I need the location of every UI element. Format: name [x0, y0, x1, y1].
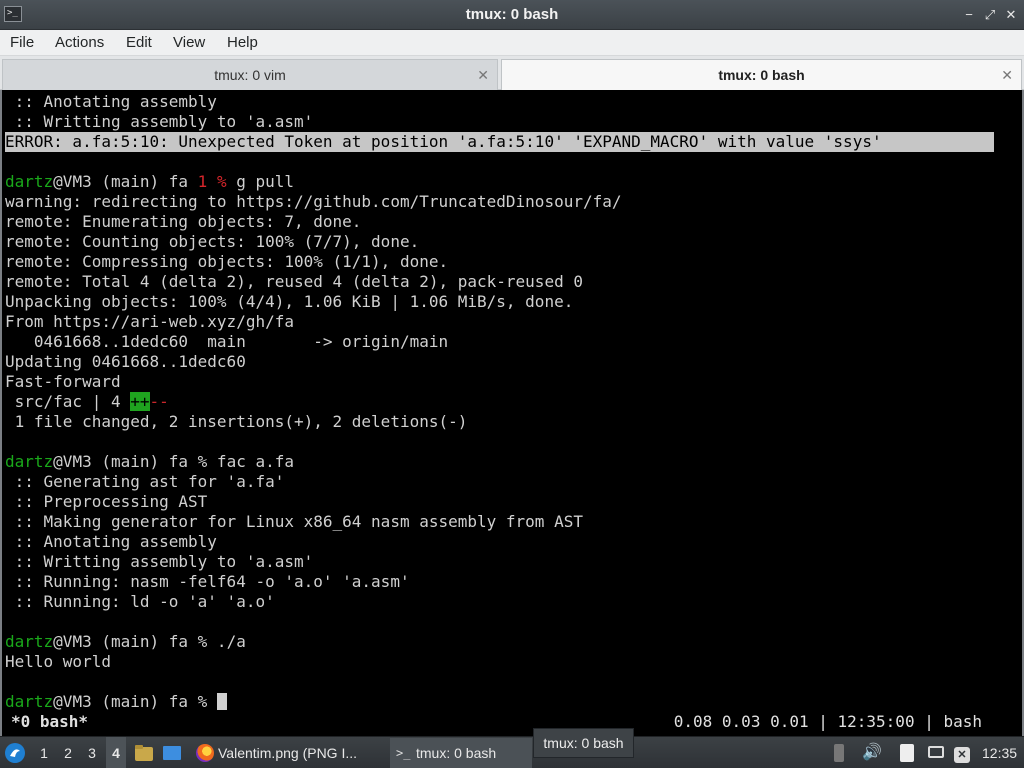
terminal-line: :: Making generator for Linux x86_64 nas…	[5, 512, 583, 531]
terminal-view[interactable]: :: Anotating assembly :: Writting assemb…	[0, 90, 1024, 742]
prompt-user: dartz	[5, 692, 54, 711]
terminal-line: dartz@VM3 (main) fa % fac a.fa	[5, 452, 994, 472]
terminal-cursor	[216, 693, 227, 710]
terminal-line: 1 file changed, 2 insertions(+), 2 delet…	[5, 412, 468, 431]
terminal-output: :: Anotating assembly :: Writting assemb…	[5, 92, 994, 712]
minimize-icon[interactable]: −	[960, 6, 978, 24]
terminal-line: :: Anotating assembly	[5, 532, 217, 551]
workspace-1[interactable]: 1	[34, 737, 54, 768]
task-label: Valentim.png (PNG I...	[218, 745, 358, 761]
terminal-line: remote: Enumerating objects: 7, done.	[5, 212, 362, 231]
scroll-indicator-icon	[834, 737, 850, 768]
menu-bar: File Actions Edit View Help	[0, 30, 1024, 56]
window-titlebar: >_ tmux: 0 bash − ⤢ ✕	[0, 0, 1024, 30]
prompt-host: @VM3 (main) fa % fac a.fa	[53, 452, 294, 471]
window-title: tmux: 0 bash	[465, 6, 559, 23]
workspace-4[interactable]: 4	[106, 737, 126, 768]
network-icon[interactable]	[928, 737, 948, 768]
bluetooth-icon[interactable]: ✕	[954, 737, 974, 768]
menu-help[interactable]: Help	[227, 30, 258, 56]
diffstat-file: src/fac | 4	[5, 392, 131, 411]
terminal-line: Hello world	[5, 652, 111, 671]
menu-view[interactable]: View	[173, 30, 205, 56]
menu-actions[interactable]: Actions	[55, 30, 104, 56]
tmux-status-bar: *0 bash* 0.08 0.03 0.01 | 12:35:00 | bas…	[2, 712, 1022, 732]
menu-file[interactable]: File	[10, 30, 34, 56]
terminal-line: remote: Counting objects: 100% (7/7), do…	[5, 232, 420, 251]
maximize-icon[interactable]: ⤢	[981, 6, 999, 24]
prompt-host: @VM3 (main) fa % ./a	[53, 632, 246, 651]
prompt-user: dartz	[5, 172, 54, 191]
volume-icon[interactable]: 🔊	[862, 737, 882, 768]
task-tooltip: tmux: 0 bash	[533, 728, 634, 758]
tab-bar: tmux: 0 vim ✕ tmux: 0 bash ✕	[0, 56, 1024, 90]
taskbar: 1 2 3 4 Valentim.png (PNG I... >_ tmux: …	[0, 736, 1024, 768]
terminal-line: dartz@VM3 (main) fa %	[5, 692, 994, 712]
terminal-line: remote: Total 4 (delta 2), reused 4 (del…	[5, 272, 583, 291]
tab-bash[interactable]: tmux: 0 bash ✕	[501, 59, 1022, 90]
terminal-line: Unpacking objects: 100% (4/4), 1.06 KiB …	[5, 292, 574, 311]
app-launcher-icon[interactable]	[4, 737, 30, 768]
prompt-command: g pull	[226, 172, 295, 191]
workspace-2[interactable]: 2	[58, 737, 78, 768]
clipboard-icon[interactable]	[900, 737, 920, 768]
diffstat-deletions: --	[149, 392, 169, 411]
error-message: ERROR: a.fa:5:10: Unexpected Token at po…	[5, 132, 994, 152]
terminal-line: dartz@VM3 (main) fa 1 % g pull	[5, 172, 994, 192]
tab-vim[interactable]: tmux: 0 vim ✕	[2, 59, 498, 90]
clock[interactable]: 12:35	[982, 737, 1017, 768]
prompt-exit-code: 1 %	[197, 172, 227, 191]
terminal-line: 0461668..1dedc60 main -> origin/main	[5, 332, 449, 351]
prompt-host: @VM3 (main) fa %	[53, 692, 217, 711]
terminal-line: ERROR: a.fa:5:10: Unexpected Token at po…	[5, 132, 994, 152]
tab-label: tmux: 0 bash	[718, 67, 805, 83]
task-terminal[interactable]: >_ tmux: 0 bash	[390, 738, 532, 768]
tab-label: tmux: 0 vim	[214, 67, 286, 83]
prompt-user: dartz	[5, 452, 54, 471]
terminal-line: src/fac | 4 ++--	[5, 392, 994, 412]
terminal-line: :: Preprocessing AST	[5, 492, 208, 511]
terminal-line: :: Writting assembly to 'a.asm'	[5, 112, 314, 131]
file-manager-icon[interactable]	[134, 737, 156, 768]
firefox-icon	[196, 744, 214, 762]
prompt-host: @VM3 (main) fa	[53, 172, 198, 191]
terminal-line: :: Anotating assembly	[5, 92, 217, 111]
terminal-line: Updating 0461668..1dedc60	[5, 352, 246, 371]
close-icon[interactable]: ✕	[1002, 6, 1020, 24]
tmux-status-right: 0.08 0.03 0.01 | 12:35:00 | bash	[673, 712, 982, 731]
terminal-line: :: Writting assembly to 'a.asm'	[5, 552, 314, 571]
terminal-line: warning: redirecting to https://github.c…	[5, 192, 622, 211]
terminal-line: :: Generating ast for 'a.fa'	[5, 472, 285, 491]
task-image-viewer[interactable]: Valentim.png (PNG I...	[192, 738, 384, 768]
menu-edit[interactable]: Edit	[126, 30, 152, 56]
terminal-line: From https://ari-web.xyz/gh/fa	[5, 312, 294, 331]
diffstat-insertions: ++	[130, 392, 150, 411]
terminal-line: :: Running: nasm -felf64 -o 'a.o' 'a.asm…	[5, 572, 410, 591]
terminal-line: remote: Compressing objects: 100% (1/1),…	[5, 252, 449, 271]
close-tab-icon[interactable]: ✕	[1001, 60, 1013, 90]
terminal-line: Fast-forward	[5, 372, 121, 391]
close-tab-icon[interactable]: ✕	[477, 60, 489, 90]
tmux-window-list: *0 bash*	[11, 712, 89, 731]
terminal-task-icon: >_	[396, 746, 411, 760]
desktop-icon[interactable]	[162, 737, 184, 768]
prompt-user: dartz	[5, 632, 54, 651]
terminal-line: :: Running: ld -o 'a' 'a.o'	[5, 592, 275, 611]
terminal-line: dartz@VM3 (main) fa % ./a	[5, 632, 994, 652]
workspace-3[interactable]: 3	[82, 737, 102, 768]
task-label: tmux: 0 bash	[416, 745, 497, 761]
